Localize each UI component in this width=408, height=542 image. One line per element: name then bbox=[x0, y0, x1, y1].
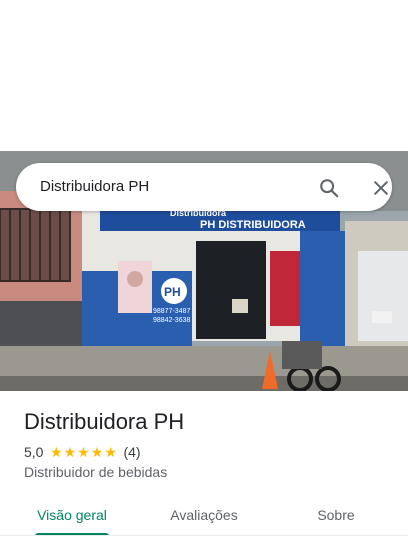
search-input[interactable]: Distribuidora PH bbox=[40, 177, 149, 197]
star-icon: ★ bbox=[104, 444, 117, 460]
place-tabs: Visão geral Avaliações Sobre bbox=[0, 494, 408, 536]
review-count[interactable]: (4) bbox=[123, 444, 140, 460]
star-rating: ★ ★ ★ ★ ★ bbox=[49, 445, 117, 459]
rating-value: 5,0 bbox=[24, 444, 44, 460]
search-bar[interactable]: Distribuidora PH bbox=[16, 163, 392, 211]
photo-sign-text-2: PH DISTRIBUIDORA bbox=[200, 219, 306, 231]
tab-overview[interactable]: Visão geral bbox=[24, 494, 120, 536]
star-icon: ★ bbox=[90, 444, 104, 460]
svg-text:PH: PH bbox=[164, 285, 181, 299]
close-icon[interactable] bbox=[368, 175, 394, 201]
tab-reviews[interactable]: Avaliações bbox=[156, 494, 252, 536]
star-icon: ★ bbox=[49, 444, 63, 460]
top-blank-area bbox=[0, 0, 408, 151]
place-category: Distribuidor de bebidas bbox=[24, 464, 168, 480]
rating-row[interactable]: 5,0 ★ ★ ★ ★ ★ (4) bbox=[24, 442, 141, 462]
star-icon: ★ bbox=[63, 444, 77, 460]
star-icon: ★ bbox=[77, 444, 90, 460]
place-title: Distribuidora PH bbox=[24, 409, 185, 434]
tab-about[interactable]: Sobre bbox=[290, 494, 382, 536]
photo-phone-2: 98842-3638 bbox=[153, 317, 190, 324]
search-icon[interactable] bbox=[316, 175, 342, 201]
photo-phone-1: 98877-3487 bbox=[153, 308, 190, 315]
tab-divider bbox=[0, 535, 408, 536]
